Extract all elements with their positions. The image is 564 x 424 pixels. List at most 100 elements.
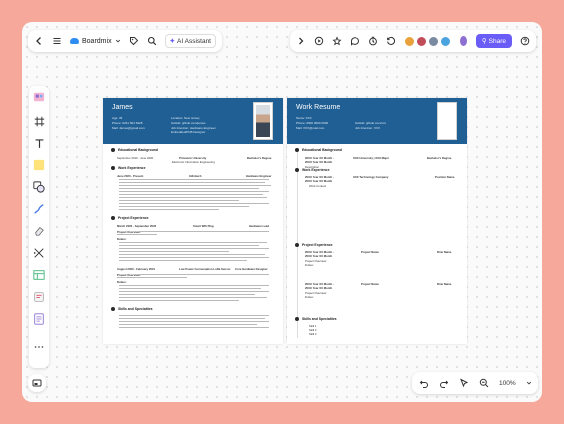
resume-job-intention: Job Intention: XXX <box>355 126 380 130</box>
ai-assistant-label: AI Assistant <box>177 37 211 45</box>
resume-email: Mail: James@gmail.com <box>112 126 145 130</box>
minimap-button[interactable] <box>28 374 46 392</box>
user-add-icon: ⚲ <box>481 38 487 45</box>
avatar <box>428 35 439 47</box>
undo-icon[interactable] <box>419 378 429 388</box>
sticky-note-icon[interactable] <box>32 158 46 172</box>
search-icon[interactable] <box>147 36 157 46</box>
eraser-icon[interactable] <box>32 224 46 238</box>
menu-icon[interactable] <box>52 36 62 46</box>
comment-icon[interactable] <box>350 36 360 46</box>
resume-page-james[interactable]: James Age: 35 Phone: 0231 504 6328 Mail:… <box>103 98 283 344</box>
photo-placeholder <box>437 102 457 140</box>
work-date: 20XX Year XX Month - 20XX Year XX Month <box>305 175 334 183</box>
mindmap-icon[interactable] <box>32 290 46 304</box>
proj2-name: Project Name <box>361 282 379 286</box>
present-icon[interactable] <box>314 36 324 46</box>
text-icon[interactable] <box>32 136 46 150</box>
section-skills: Skills and Specialties <box>111 307 153 311</box>
section-projects: Project Experience <box>295 243 333 247</box>
zoom-out-icon[interactable] <box>479 378 489 388</box>
resume-header: James Age: 35 Phone: 0231 504 6328 Mail:… <box>103 98 283 144</box>
proj1-name: Project Name <box>361 250 379 254</box>
minimap-icon <box>32 378 42 388</box>
tag-icon[interactable] <box>129 36 139 46</box>
resume-name: Name: XXX <box>296 116 312 120</box>
expand-icon[interactable] <box>296 36 306 46</box>
proj2-date: August 2020 - February 2021 <box>117 267 156 271</box>
resume-phone: Phone: 0000 0000 0000 <box>296 121 329 125</box>
pointer-icon[interactable] <box>459 378 469 388</box>
avatar <box>416 35 427 47</box>
top-left-toolbar: Boardmix ✦ AI Assistant <box>28 30 222 52</box>
proj1-date: March 2022 - September 2022 <box>117 224 157 228</box>
resume-job-intention-2: Embedded/PCB Designer <box>171 130 206 134</box>
pen-icon[interactable] <box>32 202 46 216</box>
proj2-role: Role Name <box>437 282 452 286</box>
edu-school: XXX University | XXX Major <box>353 156 390 160</box>
avatar <box>440 35 451 47</box>
help-icon[interactable] <box>520 36 530 46</box>
app-window: Boardmix ✦ AI Assistant ⚲ Share James Ag… <box>22 22 542 402</box>
edu-degree: Bachelor's Degree <box>247 156 272 160</box>
brand-name: Boardmix <box>82 37 112 45</box>
resume-github: GitHub: github.com/james <box>171 121 206 125</box>
connector-icon[interactable] <box>32 246 46 260</box>
resume-location: Location: New Jersey <box>171 116 200 120</box>
back-icon[interactable] <box>34 36 44 46</box>
doc-icon[interactable] <box>32 312 46 326</box>
work-content-item: Work Content <box>309 184 327 188</box>
left-toolbox <box>29 86 49 368</box>
boardmix-logo <box>70 38 79 44</box>
proj2-date: 20XX Year XX Month - 20XX Year XX Month <box>305 282 334 290</box>
chevron-down-icon[interactable] <box>526 378 532 388</box>
proj2-name: Low Power Consumption LoRa Sensor <box>179 267 231 271</box>
proj2-duties: Duties: <box>117 280 127 284</box>
frame-icon[interactable] <box>32 114 46 128</box>
share-button[interactable]: ⚲ Share <box>475 34 512 48</box>
proj1-date: 20XX Year XX Month - 20XX Year XX Month <box>305 250 334 258</box>
reaction-icon[interactable] <box>332 36 342 46</box>
shape-icon[interactable] <box>32 180 46 194</box>
work-company: Infinitech <box>189 174 202 178</box>
section-work: Work Experience <box>111 166 145 170</box>
edu-major: Electronic Information Engineering <box>172 160 215 164</box>
redo-icon[interactable] <box>439 378 449 388</box>
history-icon[interactable] <box>386 36 396 46</box>
work-date: June 2020 - Present <box>117 174 144 178</box>
avatar <box>404 35 415 47</box>
section-projects: Project Experience <box>111 216 149 220</box>
table-icon[interactable] <box>32 268 46 282</box>
section-skills: Skills and Specialties <box>295 317 337 321</box>
edu-date: September 2016 - June 2020 <box>117 156 154 160</box>
share-label: Share <box>488 37 506 45</box>
section-education: Educational Background <box>111 148 158 152</box>
proj1-role: Hardware Lead <box>249 224 270 228</box>
zoom-level[interactable]: 100% <box>499 380 516 387</box>
resume-github: GitHub: github.com/xxx <box>355 121 387 125</box>
ai-assistant-button[interactable]: ✦ AI Assistant <box>164 34 216 48</box>
brand-switcher[interactable]: Boardmix <box>70 38 121 45</box>
resume-page-template[interactable]: Work Resume Name: XXX Phone: 0000 0000 0… <box>287 98 467 344</box>
section-work: Work Experience <box>295 168 329 172</box>
proj1-role: Role Name <box>437 250 452 254</box>
section-education: Educational Background <box>295 148 342 152</box>
proj2-role: Core Hardware Designer <box>235 267 268 271</box>
resume-email: Mail: XXX@mail.com <box>296 126 325 130</box>
resume-phone: Phone: 0231 504 6328 <box>112 121 143 125</box>
resume-title: Work Resume <box>296 104 341 111</box>
top-right-toolbar: ⚲ Share <box>290 30 536 52</box>
template-icon[interactable] <box>32 90 46 104</box>
current-user-avatar[interactable] <box>459 35 468 47</box>
proj1-duties: Duties: <box>305 263 314 267</box>
timer-icon[interactable] <box>368 36 378 46</box>
work-role: Hardware Engineer <box>246 174 272 178</box>
more-icon[interactable] <box>32 340 46 354</box>
edu-degree: Bachelor's Degree <box>427 156 452 160</box>
collaborator-avatars[interactable] <box>404 35 451 47</box>
edu-date: 20XX Year XX Month - 20XX Year XX Month <box>305 156 334 164</box>
resume-age: Age: 35 <box>112 116 123 120</box>
skill-item: Skill 3 <box>309 332 317 336</box>
profile-photo <box>253 102 273 140</box>
chevron-down-icon <box>115 38 121 44</box>
